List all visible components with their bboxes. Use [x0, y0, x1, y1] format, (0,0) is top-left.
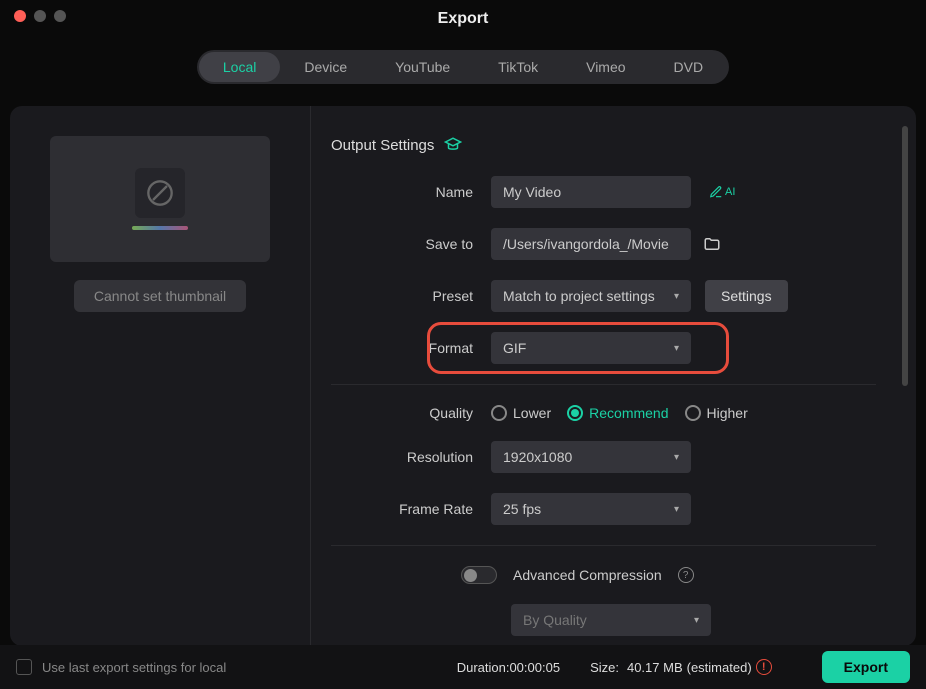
chevron-down-icon: ▾ [674, 504, 679, 515]
output-settings-label: Output Settings [331, 137, 434, 154]
preset-select[interactable]: Match to project settings ▾ [491, 280, 691, 312]
resolution-row: Resolution 1920x1080 ▾ [331, 441, 876, 473]
ai-label: AI [725, 186, 735, 198]
settings-scrollbar[interactable] [902, 126, 908, 506]
tab-vimeo[interactable]: Vimeo [562, 52, 649, 82]
divider [331, 384, 876, 385]
export-button[interactable]: Export [822, 651, 910, 683]
quality-lower-radio[interactable]: Lower [491, 405, 551, 421]
quality-radio-group: Lower Recommend Higher [491, 405, 748, 421]
framerate-label: Frame Rate [331, 501, 491, 517]
quality-higher-radio[interactable]: Higher [685, 405, 748, 421]
framerate-value: 25 fps [503, 501, 541, 517]
duration-info: Duration:00:00:05 [457, 660, 560, 675]
settings-column: Output Settings Name AI Save to /Users/i… [310, 106, 916, 646]
chevron-down-icon: ▾ [694, 615, 699, 626]
name-label: Name [331, 184, 491, 200]
format-value: GIF [503, 340, 526, 356]
compression-mode-select: By Quality ▾ [511, 604, 711, 636]
footer-bar: Use last export settings for local Durat… [0, 645, 926, 689]
framerate-row: Frame Rate 25 fps ▾ [331, 493, 876, 525]
quality-label: Quality [331, 405, 491, 421]
thumbnail-preview [50, 136, 270, 262]
resolution-label: Resolution [331, 449, 491, 465]
tab-tiktok[interactable]: TikTok [474, 52, 562, 82]
quality-recommend-radio[interactable]: Recommend [567, 405, 668, 421]
use-last-settings-checkbox[interactable] [16, 659, 32, 675]
saveto-row: Save to /Users/ivangordola_/Movie [331, 228, 876, 260]
scrollbar-thumb[interactable] [902, 126, 908, 386]
chevron-down-icon: ▾ [674, 343, 679, 354]
browse-folder-button[interactable] [703, 235, 721, 253]
warning-icon[interactable]: ! [756, 659, 772, 675]
name-row: Name AI [331, 176, 876, 208]
tab-device[interactable]: Device [280, 52, 371, 82]
compression-mode-row: By Quality ▾ [351, 604, 876, 636]
no-thumbnail-icon [135, 168, 185, 218]
maximize-window-button[interactable] [54, 10, 66, 22]
resolution-value: 1920x1080 [503, 449, 572, 465]
thumbnail-column: Cannot set thumbnail [10, 106, 310, 646]
preset-settings-button[interactable]: Settings [705, 280, 788, 312]
format-select[interactable]: GIF ▾ [491, 332, 691, 364]
preset-row: Preset Match to project settings ▾ Setti… [331, 280, 876, 312]
thumbnail-stripe [132, 226, 188, 230]
advanced-compression-toggle[interactable] [461, 566, 497, 584]
advanced-compression-row: Advanced Compression ? [461, 566, 876, 584]
thumbnail-caption: Cannot set thumbnail [74, 280, 246, 312]
window-controls [14, 10, 66, 22]
name-input[interactable] [491, 176, 691, 208]
output-settings-heading: Output Settings [331, 136, 876, 154]
divider [331, 545, 876, 546]
saveto-label: Save to [331, 236, 491, 252]
tab-youtube[interactable]: YouTube [371, 52, 474, 82]
tab-dvd[interactable]: DVD [650, 52, 728, 82]
close-window-button[interactable] [14, 10, 26, 22]
use-last-settings-label: Use last export settings for local [42, 660, 226, 675]
resolution-select[interactable]: 1920x1080 ▾ [491, 441, 691, 473]
format-row: Format GIF ▾ [331, 332, 876, 364]
minimize-window-button[interactable] [34, 10, 46, 22]
chevron-down-icon: ▾ [674, 291, 679, 302]
advanced-compression-label: Advanced Compression [513, 567, 662, 583]
footer-info: Duration:00:00:05 Size: 40.17 MB (estima… [457, 651, 910, 683]
saveto-path[interactable]: /Users/ivangordola_/Movie [491, 228, 691, 260]
tab-local[interactable]: Local [199, 52, 280, 82]
export-tabs: Local Device YouTube TikTok Vimeo DVD [197, 50, 729, 84]
preset-label: Preset [331, 288, 491, 304]
compression-mode-value: By Quality [523, 612, 587, 628]
framerate-select[interactable]: 25 fps ▾ [491, 493, 691, 525]
help-icon[interactable]: ? [678, 567, 694, 583]
preset-value: Match to project settings [503, 288, 655, 304]
format-label: Format [331, 340, 491, 356]
main-panel: Cannot set thumbnail Output Settings Nam… [10, 106, 916, 646]
ai-name-button[interactable]: AI [709, 185, 735, 199]
quality-row: Quality Lower Recommend Higher [331, 405, 876, 421]
chevron-down-icon: ▾ [674, 452, 679, 463]
dialog-title: Export [0, 0, 926, 28]
education-icon [444, 136, 462, 154]
size-info: Size: 40.17 MB (estimated) ! [590, 659, 772, 675]
